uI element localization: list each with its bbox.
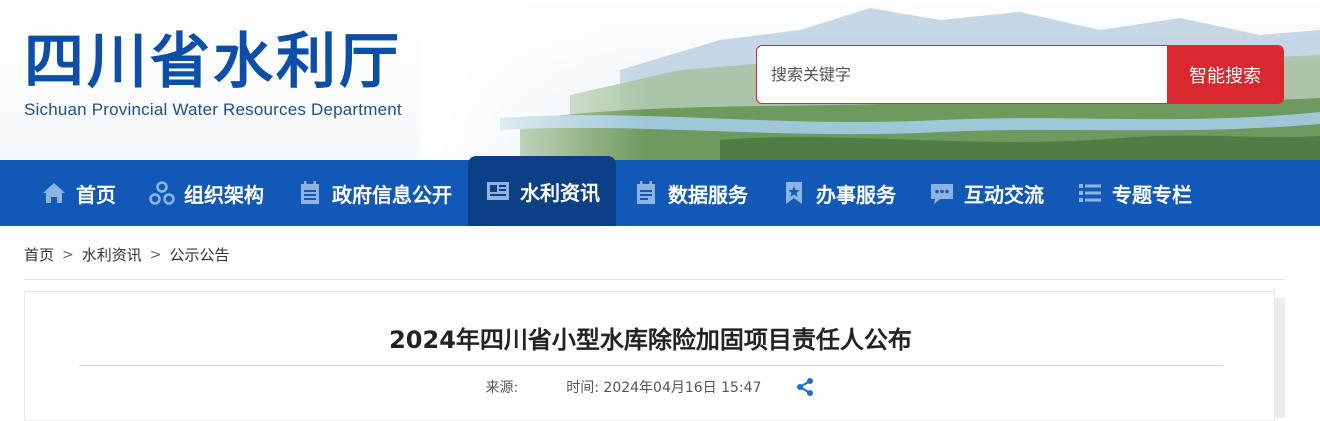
share-icon[interactable]	[795, 377, 815, 397]
nav-item-special-topics[interactable]: 专题专栏	[1060, 160, 1208, 226]
divider	[79, 365, 1223, 366]
search-input[interactable]	[757, 46, 1167, 103]
divider	[24, 279, 1285, 280]
article-title: 2024年四川省小型水库除险加固项目责任人公布	[389, 326, 912, 354]
breadcrumb-announcements[interactable]: 公示公告	[170, 244, 230, 265]
nav-item-label: 水利资讯	[520, 180, 600, 205]
nav-item-label: 互动交流	[964, 182, 1044, 207]
nav-item-affairs[interactable]: 办事服务	[764, 160, 912, 226]
chat-icon	[928, 179, 956, 207]
nav-item-home[interactable]: 首页	[24, 160, 132, 226]
main-nav: 首页 组织架构 政府信息公开 水利资讯 数据服务 办事服务 互动交流 专题专栏	[0, 156, 1320, 226]
nav-item-organization[interactable]: 组织架构	[132, 160, 280, 226]
site-header: 四川省水利厅 Sichuan Provincial Water Resource…	[0, 0, 1320, 160]
news-icon	[484, 177, 512, 205]
document-icon	[296, 179, 324, 207]
nav-item-label: 政府信息公开	[332, 182, 452, 207]
nav-item-label: 办事服务	[816, 182, 896, 207]
home-icon	[40, 179, 68, 207]
breadcrumb-home[interactable]: 首页	[24, 244, 54, 265]
time-value: 2024年04月16日 15:47	[603, 380, 762, 396]
breadcrumb-separator: >	[149, 246, 162, 263]
site-title-en: Sichuan Provincial Water Resources Depar…	[24, 100, 402, 119]
breadcrumb-water-news[interactable]: 水利资讯	[82, 244, 142, 265]
nav-item-water-news[interactable]: 水利资讯	[468, 156, 616, 226]
list-icon	[1076, 179, 1104, 207]
search-bar: 智能搜索	[756, 45, 1284, 104]
article-source: 来源:	[485, 380, 519, 396]
card-shadow	[1275, 298, 1285, 418]
smart-search-button[interactable]: 智能搜索	[1167, 46, 1283, 103]
time-label: 时间:	[566, 380, 599, 396]
nav-item-data-services[interactable]: 数据服务	[616, 160, 764, 226]
nav-item-interaction[interactable]: 互动交流	[912, 160, 1060, 226]
org-icon	[148, 179, 176, 207]
data-icon	[632, 179, 660, 207]
nav-item-label: 首页	[76, 182, 116, 207]
bookmark-icon	[780, 179, 808, 207]
site-title-cn: 四川省水利厅	[24, 27, 402, 97]
nav-item-label: 组织架构	[184, 182, 264, 207]
site-logo[interactable]: 四川省水利厅 Sichuan Provincial Water Resource…	[24, 30, 402, 120]
nav-item-label: 专题专栏	[1112, 182, 1192, 207]
nav-item-label: 数据服务	[668, 182, 748, 207]
article-meta: 来源: 时间: 2024年04月16日 15:47	[25, 377, 1276, 397]
breadcrumb-separator: >	[62, 246, 74, 263]
breadcrumb: 首页 > 水利资讯 > 公示公告	[24, 244, 230, 265]
article-time: 时间: 2024年04月16日 15:47	[566, 377, 761, 397]
article-card: 2024年四川省小型水库除险加固项目责任人公布 来源: 时间: 2024年04月…	[24, 291, 1275, 421]
nav-item-gov-info[interactable]: 政府信息公开	[280, 160, 468, 226]
